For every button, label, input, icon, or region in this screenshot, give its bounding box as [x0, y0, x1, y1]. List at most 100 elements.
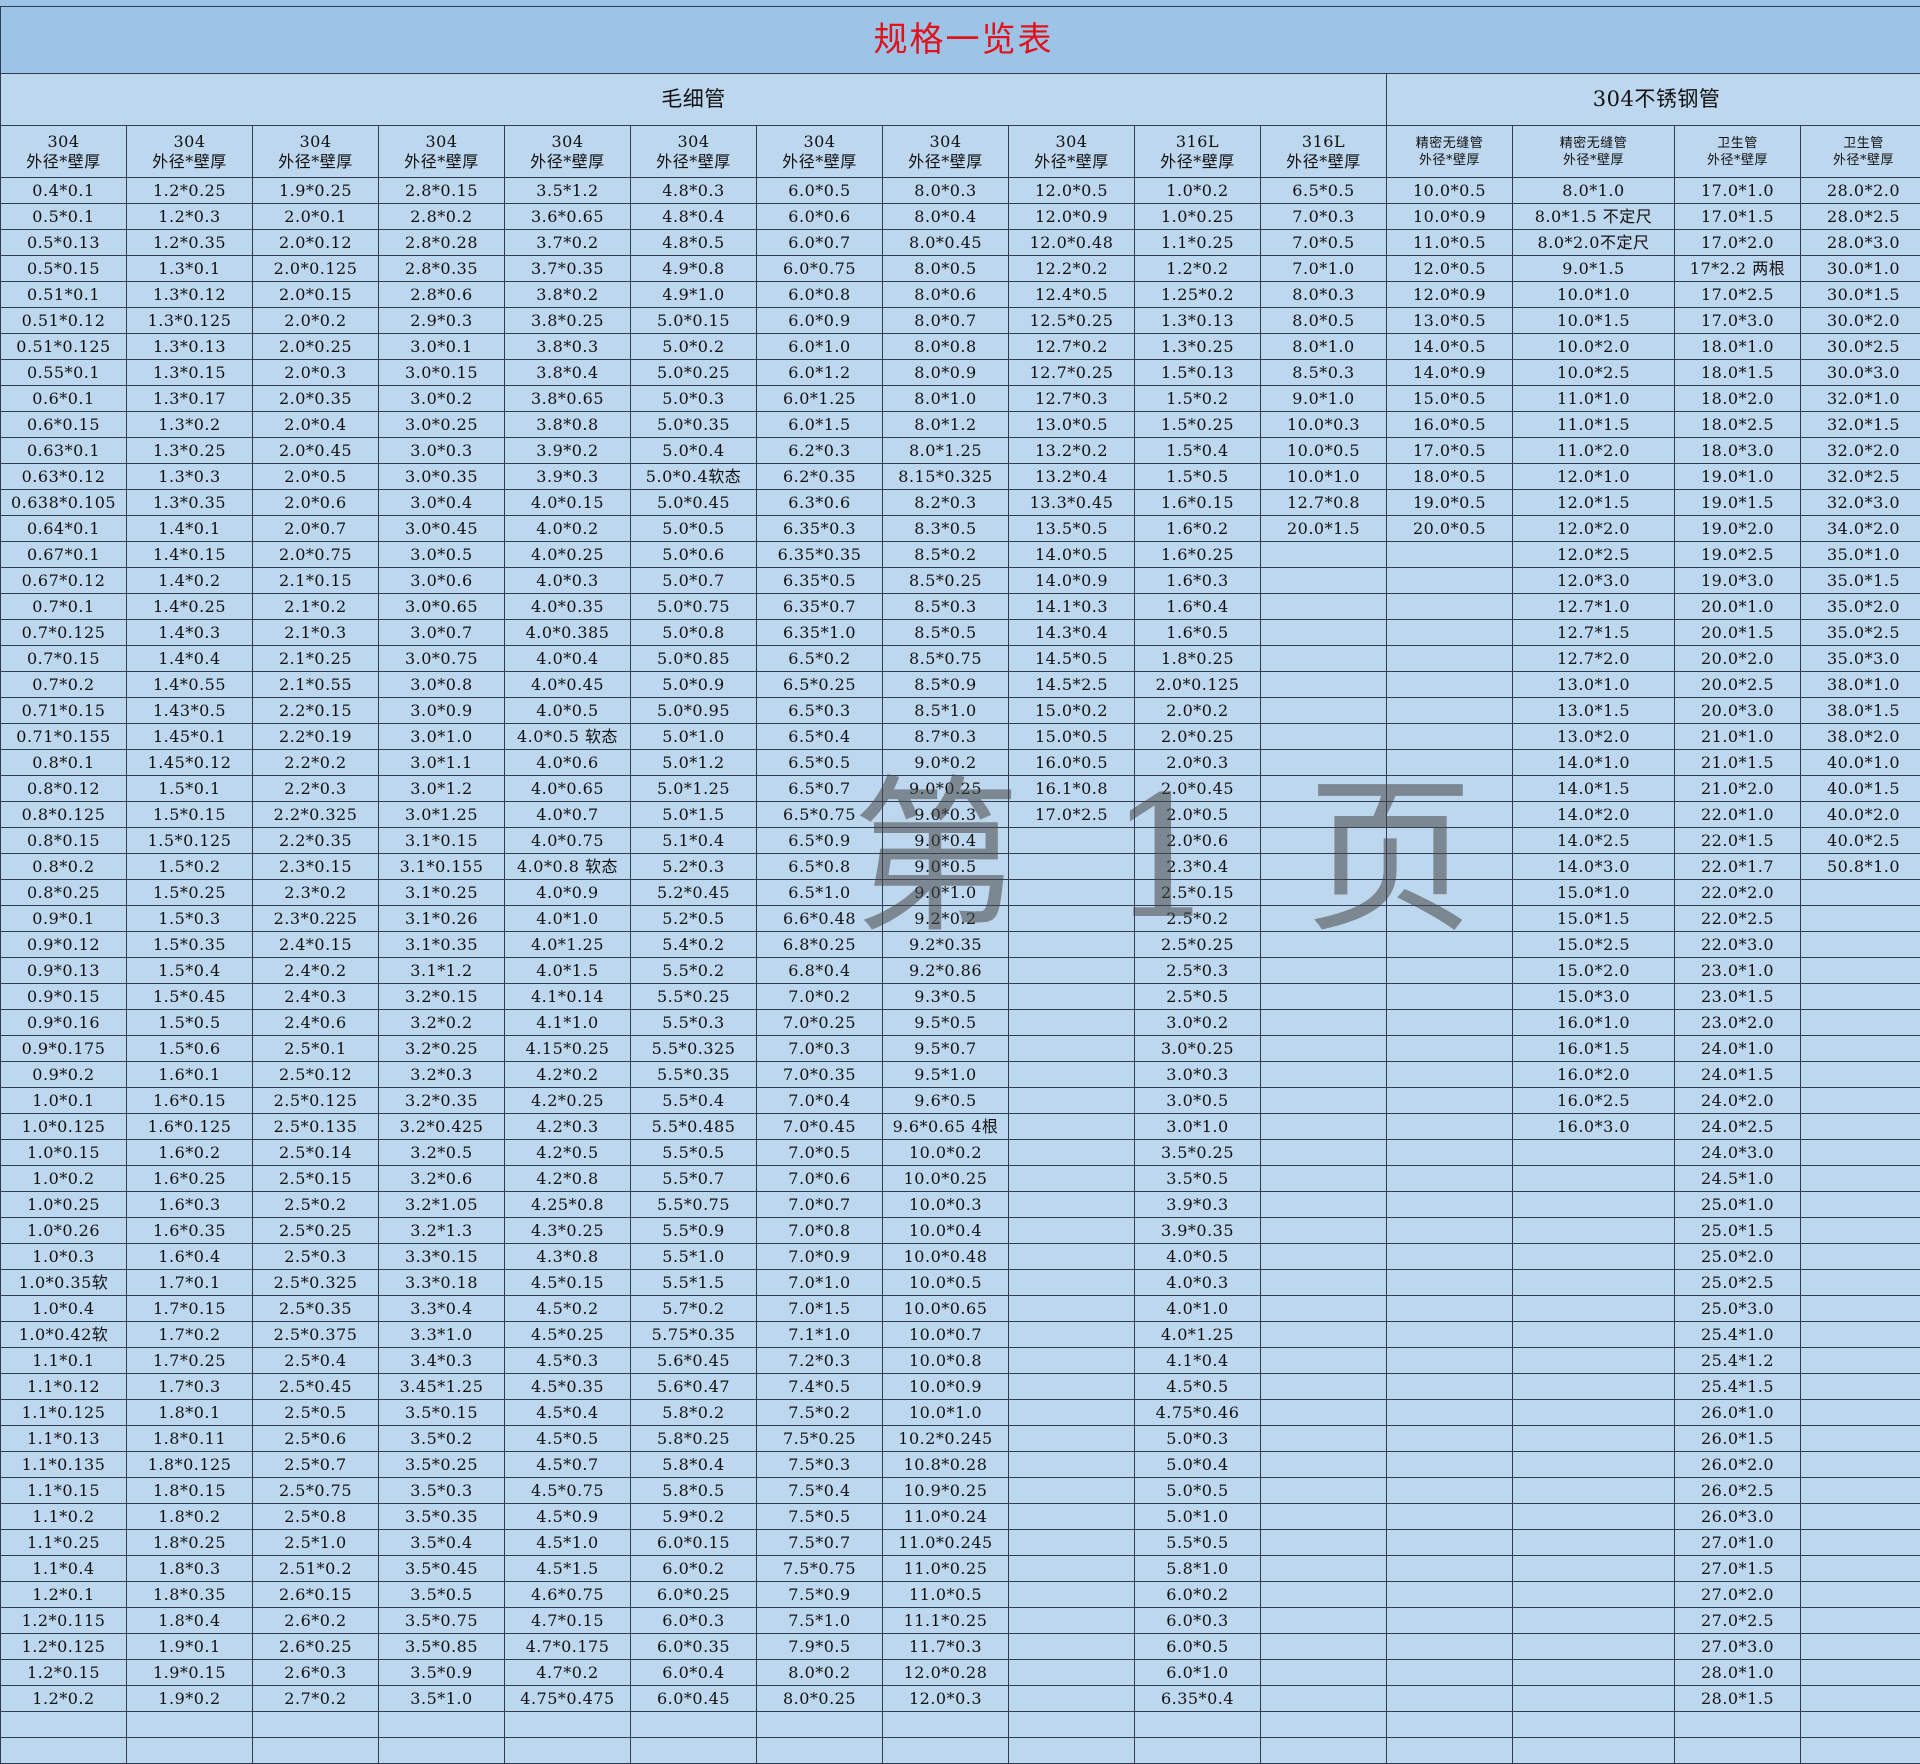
table-cell[interactable]: 3.7*0.35 — [505, 256, 631, 282]
table-cell[interactable]: 2.0*0.12 — [253, 230, 379, 256]
table-cell[interactable]: 3.0*0.3 — [1135, 1062, 1261, 1088]
table-cell[interactable]: 0.8*0.125 — [1, 802, 127, 828]
table-cell[interactable]: 4.0*0.8 软态 — [505, 854, 631, 880]
table-cell[interactable]: 5.6*0.45 — [631, 1348, 757, 1374]
table-cell[interactable]: 5.0*0.5 — [1135, 1478, 1261, 1504]
table-cell[interactable]: 14.0*0.5 — [1387, 334, 1513, 360]
table-cell[interactable]: 35.0*3.0 — [1801, 646, 1920, 672]
table-cell[interactable]: 20.0*3.0 — [1675, 698, 1801, 724]
table-cell[interactable]: 19.0*1.0 — [1675, 464, 1801, 490]
table-cell[interactable] — [1009, 1270, 1135, 1296]
table-cell[interactable]: 26.0*3.0 — [1675, 1504, 1801, 1530]
table-cell[interactable] — [1387, 1556, 1513, 1582]
table-cell[interactable]: 1.6*0.3 — [1135, 568, 1261, 594]
table-cell[interactable]: 12.0*0.3 — [883, 1686, 1009, 1712]
table-cell[interactable]: 3.8*0.4 — [505, 360, 631, 386]
table-cell[interactable]: 5.0*0.95 — [631, 698, 757, 724]
table-cell[interactable]: 9.0*0.4 — [883, 828, 1009, 854]
table-cell[interactable] — [1801, 1140, 1920, 1166]
table-cell[interactable]: 10.0*0.8 — [883, 1348, 1009, 1374]
table-cell[interactable]: 2.2*0.19 — [253, 724, 379, 750]
table-cell[interactable]: 2.5*0.14 — [253, 1140, 379, 1166]
table-cell[interactable]: 0.638*0.105 — [1, 490, 127, 516]
table-cell[interactable]: 40.0*1.5 — [1801, 776, 1920, 802]
table-cell[interactable] — [1009, 1556, 1135, 1582]
table-cell[interactable]: 32.0*2.5 — [1801, 464, 1920, 490]
table-cell[interactable]: 2.5*0.375 — [253, 1322, 379, 1348]
table-cell[interactable]: 3.9*0.3 — [1135, 1192, 1261, 1218]
table-cell[interactable]: 12.7*2.0 — [1513, 646, 1675, 672]
table-cell[interactable]: 2.0*0.15 — [253, 282, 379, 308]
empty-cell[interactable] — [379, 1712, 505, 1738]
table-cell[interactable] — [1387, 1478, 1513, 1504]
table-cell[interactable] — [1387, 958, 1513, 984]
table-cell[interactable]: 9.6*0.5 — [883, 1088, 1009, 1114]
table-cell[interactable]: 3.0*0.75 — [379, 646, 505, 672]
table-cell[interactable]: 2.8*0.6 — [379, 282, 505, 308]
table-cell[interactable]: 12.4*0.5 — [1009, 282, 1135, 308]
table-cell[interactable]: 7.0*0.9 — [757, 1244, 883, 1270]
empty-cell[interactable] — [379, 1738, 505, 1764]
table-cell[interactable]: 9.3*0.5 — [883, 984, 1009, 1010]
table-cell[interactable]: 32.0*3.0 — [1801, 490, 1920, 516]
table-cell[interactable]: 1.5*0.25 — [1135, 412, 1261, 438]
table-cell[interactable]: 4.0*0.3 — [1135, 1270, 1261, 1296]
table-cell[interactable]: 0.9*0.12 — [1, 932, 127, 958]
table-cell[interactable]: 11.0*0.24 — [883, 1504, 1009, 1530]
table-cell[interactable]: 2.0*0.7 — [253, 516, 379, 542]
empty-cell[interactable] — [1801, 1712, 1920, 1738]
table-cell[interactable] — [1009, 1062, 1135, 1088]
table-cell[interactable] — [1009, 1452, 1135, 1478]
table-cell[interactable]: 5.0*0.35 — [631, 412, 757, 438]
table-cell[interactable] — [1801, 1556, 1920, 1582]
table-cell[interactable]: 1.8*0.4 — [127, 1608, 253, 1634]
empty-cell[interactable] — [1, 1738, 127, 1764]
table-cell[interactable]: 3.1*0.15 — [379, 828, 505, 854]
table-cell[interactable]: 0.4*0.1 — [1, 178, 127, 204]
table-cell[interactable] — [1513, 1530, 1675, 1556]
table-cell[interactable]: 19.0*1.5 — [1675, 490, 1801, 516]
empty-cell[interactable] — [505, 1712, 631, 1738]
table-cell[interactable]: 5.5*0.5 — [631, 1140, 757, 1166]
table-cell[interactable]: 26.0*1.0 — [1675, 1400, 1801, 1426]
table-cell[interactable]: 40.0*1.0 — [1801, 750, 1920, 776]
table-cell[interactable]: 0.8*0.15 — [1, 828, 127, 854]
table-cell[interactable] — [1387, 854, 1513, 880]
table-cell[interactable]: 6.0*0.3 — [631, 1608, 757, 1634]
table-cell[interactable]: 20.0*0.5 — [1387, 516, 1513, 542]
table-cell[interactable]: 18.0*1.0 — [1675, 334, 1801, 360]
table-cell[interactable]: 17.0*2.0 — [1675, 230, 1801, 256]
table-cell[interactable] — [1261, 1192, 1387, 1218]
table-cell[interactable] — [1261, 1296, 1387, 1322]
table-cell[interactable]: 3.0*0.35 — [379, 464, 505, 490]
table-cell[interactable]: 3.0*1.25 — [379, 802, 505, 828]
table-cell[interactable]: 17.0*2.5 — [1675, 282, 1801, 308]
table-cell[interactable] — [1801, 932, 1920, 958]
table-cell[interactable]: 30.0*2.5 — [1801, 334, 1920, 360]
table-cell[interactable]: 1.0*0.15 — [1, 1140, 127, 1166]
table-cell[interactable]: 26.0*2.0 — [1675, 1452, 1801, 1478]
table-cell[interactable]: 2.0*0.125 — [253, 256, 379, 282]
table-cell[interactable]: 14.3*0.4 — [1009, 620, 1135, 646]
table-cell[interactable]: 28.0*3.0 — [1801, 230, 1920, 256]
table-cell[interactable]: 7.0*0.5 — [757, 1140, 883, 1166]
table-cell[interactable]: 2.8*0.15 — [379, 178, 505, 204]
table-cell[interactable]: 3.2*0.3 — [379, 1062, 505, 1088]
table-cell[interactable]: 3.0*0.25 — [379, 412, 505, 438]
table-cell[interactable]: 1.6*0.125 — [127, 1114, 253, 1140]
table-cell[interactable]: 5.2*0.5 — [631, 906, 757, 932]
table-cell[interactable] — [1513, 1634, 1675, 1660]
table-cell[interactable] — [1261, 542, 1387, 568]
table-cell[interactable] — [1261, 854, 1387, 880]
table-cell[interactable] — [1261, 958, 1387, 984]
table-cell[interactable]: 3.5*0.2 — [379, 1426, 505, 1452]
table-cell[interactable]: 3.9*0.35 — [1135, 1218, 1261, 1244]
table-cell[interactable] — [1387, 880, 1513, 906]
table-cell[interactable]: 7.0*0.25 — [757, 1010, 883, 1036]
table-cell[interactable]: 8.0*0.8 — [883, 334, 1009, 360]
table-cell[interactable]: 5.2*0.3 — [631, 854, 757, 880]
table-cell[interactable] — [1009, 880, 1135, 906]
table-cell[interactable] — [1801, 1426, 1920, 1452]
empty-cell[interactable] — [127, 1738, 253, 1764]
table-cell[interactable]: 10.0*0.4 — [883, 1218, 1009, 1244]
